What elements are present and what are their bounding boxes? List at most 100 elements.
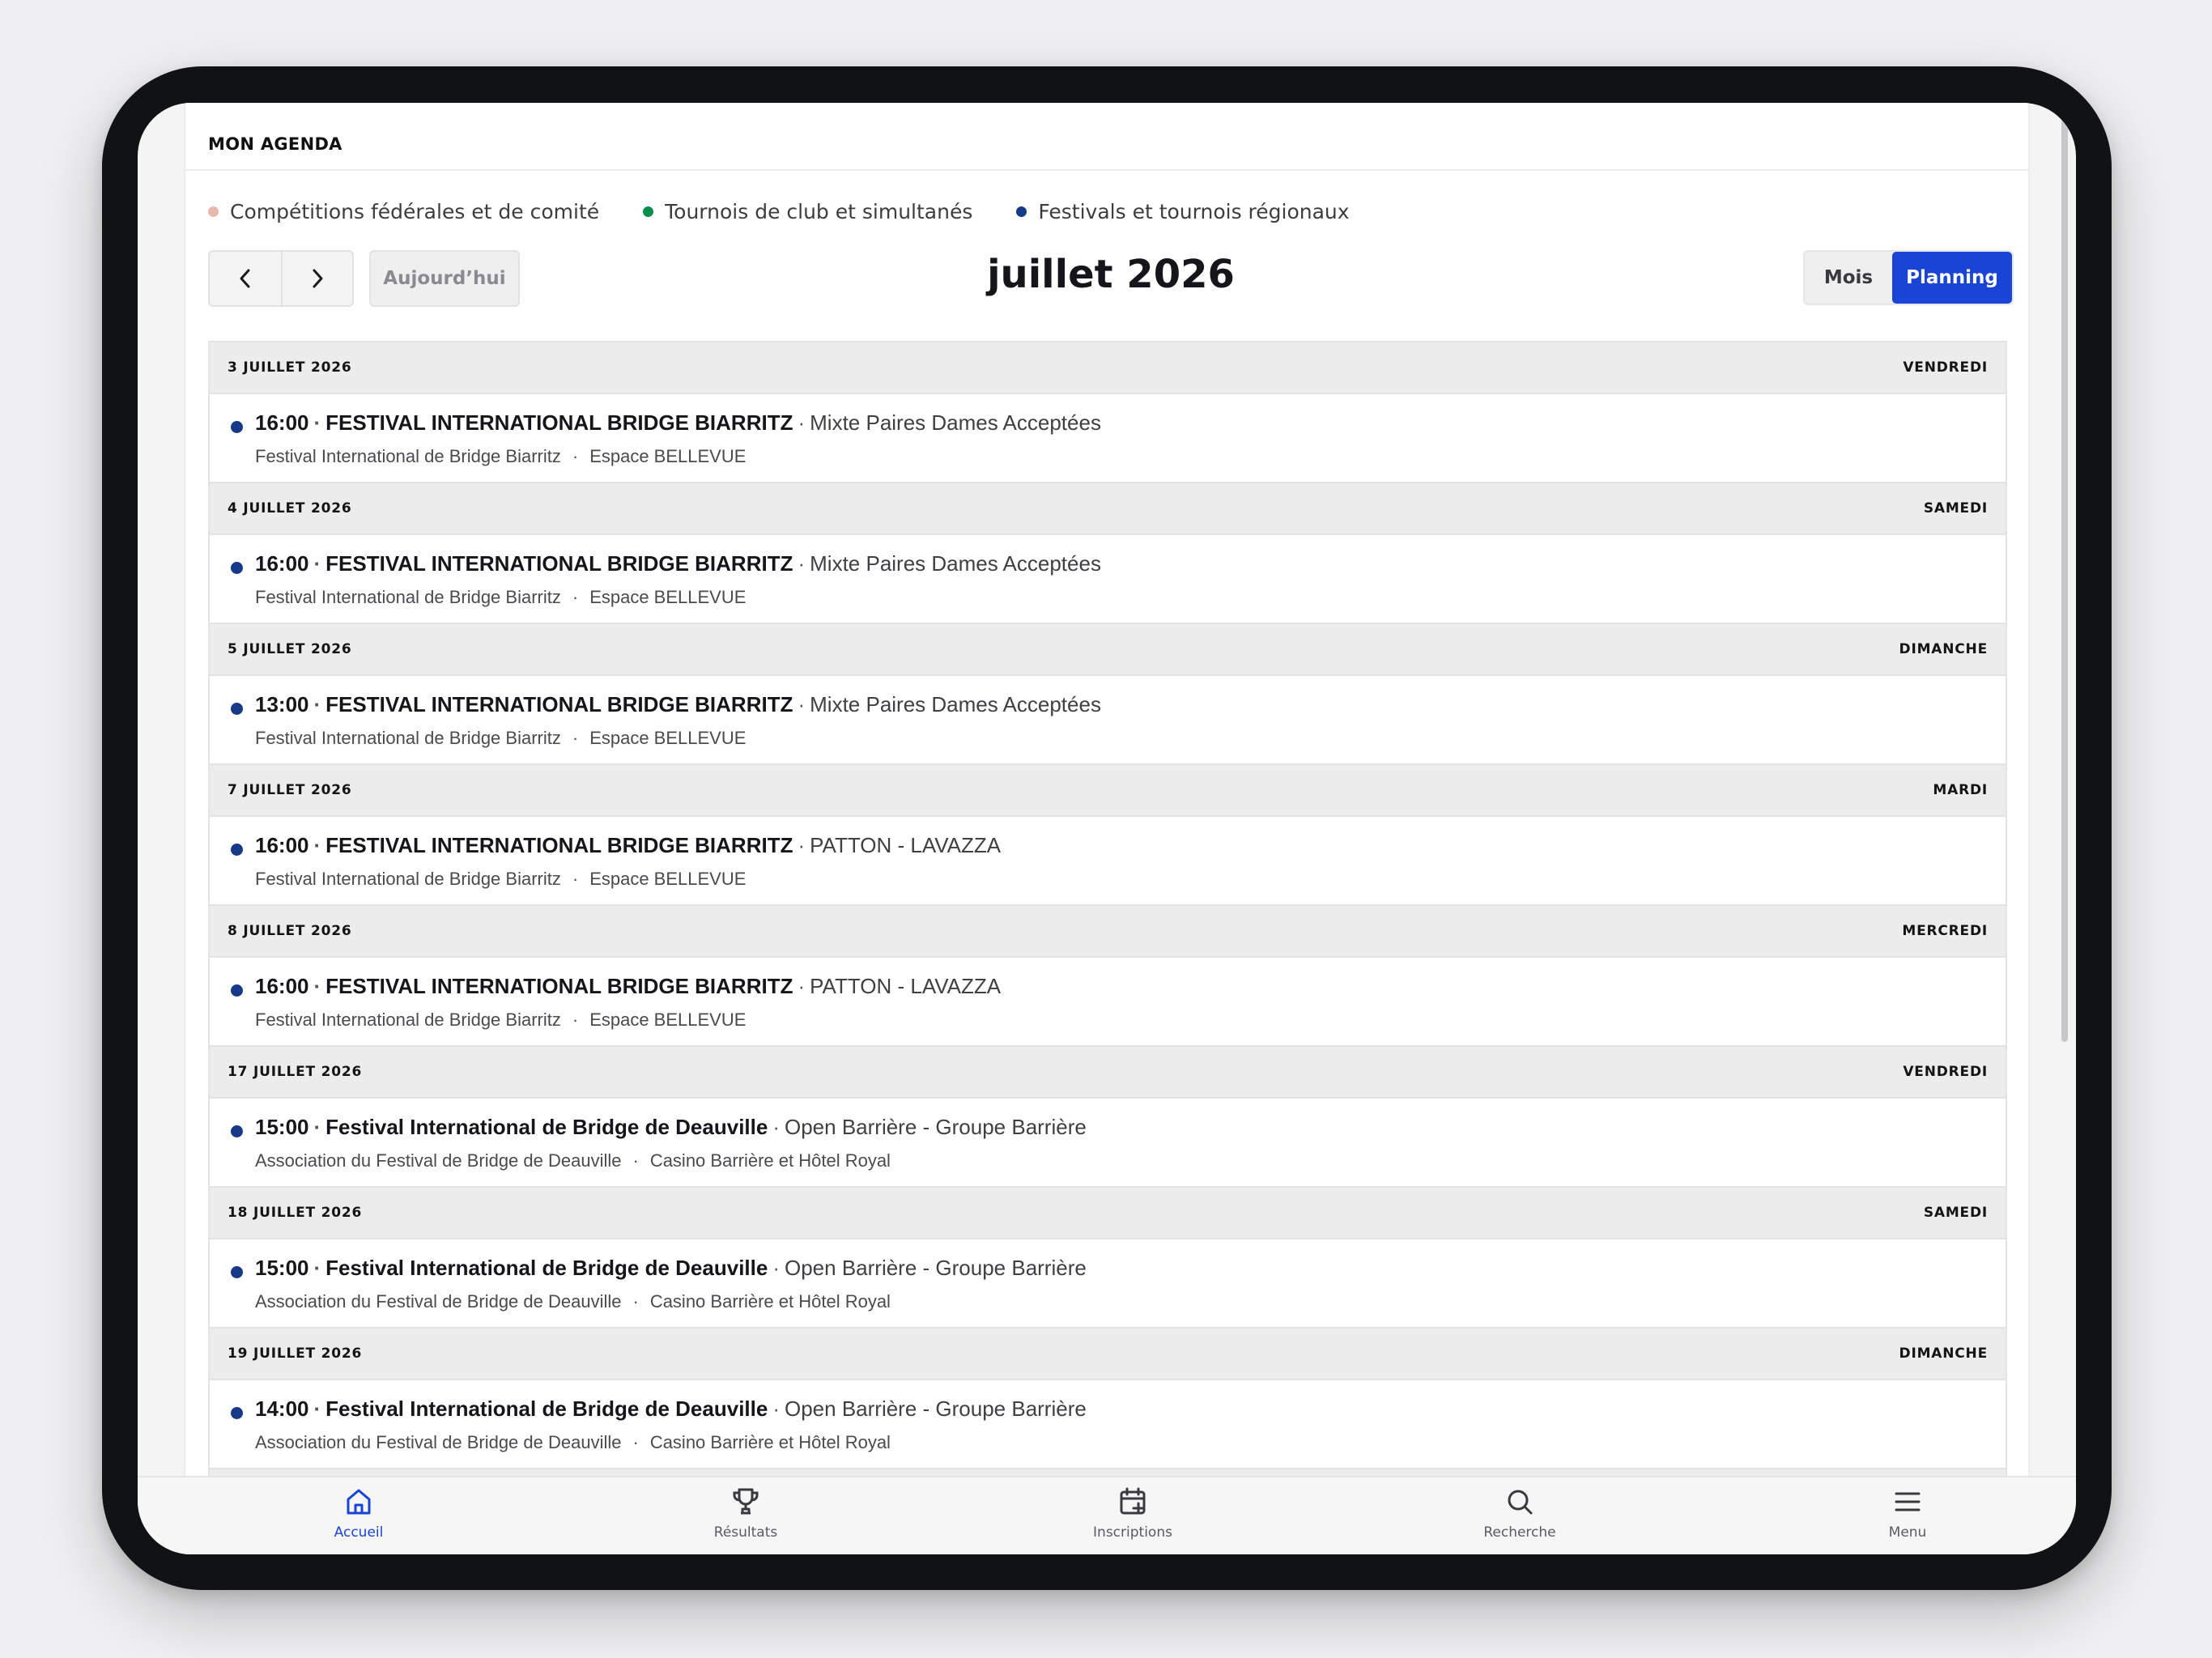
calendar-toolbar: Aujourd’hui juillet 2026 Mois Planning (208, 250, 2014, 308)
event-item[interactable]: 14:00 · Festival International de Bridge d… (210, 1380, 2006, 1469)
tab-menu[interactable]: Menu (1810, 1486, 2005, 1541)
event-venue: Espace BELLEVUE (589, 728, 747, 748)
event-item[interactable]: 15:00 · Festival International de Bridge d… (210, 1239, 2006, 1329)
tab-inscriptions[interactable]: Inscriptions (1036, 1486, 1230, 1541)
day-date: 19 JUILLET 2026 (228, 1346, 363, 1362)
event-details-line: Association du Festival de Bridge de Dea… (255, 1432, 891, 1453)
event-category-dot (231, 703, 243, 715)
day-weekday: VENDREDI (1903, 1064, 1988, 1080)
event-time: 16:00 (255, 974, 309, 998)
event-category-dot (231, 1125, 243, 1137)
event-subtitle: Mixte Paires Dames Acceptées (810, 551, 1101, 576)
tab-recherche[interactable]: Recherche (1423, 1486, 1617, 1541)
event-time: 16:00 (255, 551, 309, 576)
event-venue: Espace BELLEVUE (589, 446, 747, 466)
day-date: 3 JUILLET 2026 (228, 359, 352, 376)
event-title-line: 14:00 · Festival International de Bridge d… (255, 1397, 1087, 1422)
card-header: MON AGENDA (185, 103, 2028, 171)
day-group: 7 JUILLET 2026 MARDI 16:00 · FESTIVAL INTE… (210, 765, 2006, 906)
day-header: 7 JUILLET 2026 MARDI (210, 765, 2006, 817)
separator: · (798, 692, 806, 716)
event-item[interactable]: 15:00 · Festival International de Bridge d… (210, 1099, 2006, 1188)
bottom-tab-bar: Accueil Résultats Inscriptions Recherche… (138, 1476, 2076, 1554)
event-item[interactable]: 16:00 · FESTIVAL INTERNATIONAL BRIDGE BIAR… (210, 817, 2006, 906)
separator: · (572, 869, 579, 889)
view-month-button[interactable]: Mois (1805, 252, 1892, 304)
day-weekday: SAMEDI (1923, 1205, 1988, 1221)
app-screen: MON AGENDA Compétitions fédérales et de … (138, 103, 2076, 1554)
day-weekday: VENDREDI (1903, 359, 1988, 376)
view-toggle: Mois Planning (1803, 250, 2014, 305)
event-organizer: Festival International de Bridge Biarrit… (255, 587, 561, 607)
event-time: 15:00 (255, 1256, 309, 1280)
separator: · (772, 1256, 780, 1280)
event-category-dot (231, 844, 243, 856)
legend-item-festivals: Festivals et tournois régionaux (1016, 200, 1350, 223)
day-group: 17 JUILLET 2026 VENDREDI 15:00 · Festival … (210, 1047, 2006, 1188)
event-title-line: 15:00 · Festival International de Bridge d… (255, 1115, 1087, 1140)
separator: · (313, 833, 321, 857)
day-weekday: DIMANCHE (1899, 1346, 1988, 1362)
legend-dot-federal (208, 206, 219, 217)
event-details-line: Association du Festival de Bridge de Dea… (255, 1150, 891, 1171)
day-group: 18 JUILLET 2026 SAMEDI 15:00 · Festival In… (210, 1188, 2006, 1329)
event-title: FESTIVAL INTERNATIONAL BRIDGE BIARRITZ (325, 551, 793, 576)
tab-accueil[interactable]: Accueil (262, 1486, 456, 1541)
separator: · (572, 728, 579, 748)
tab-label: Accueil (334, 1524, 384, 1541)
previous-button[interactable] (210, 252, 281, 305)
event-title: FESTIVAL INTERNATIONAL BRIDGE BIARRITZ (325, 692, 793, 716)
event-organizer: Association du Festival de Bridge de Dea… (255, 1432, 622, 1452)
event-title: Festival International de Bridge de Deau… (325, 1256, 768, 1280)
day-date: 5 JUILLET 2026 (228, 641, 352, 657)
day-header: 8 JUILLET 2026 MERCREDI (210, 906, 2006, 958)
separator: · (798, 410, 806, 435)
event-organizer: Festival International de Bridge Biarrit… (255, 1010, 561, 1030)
event-venue: Casino Barrière et Hôtel Royal (649, 1291, 891, 1312)
tab-label: Résultats (713, 1524, 778, 1541)
event-title: Festival International de Bridge de Deau… (325, 1397, 768, 1421)
scrollbar[interactable] (2061, 119, 2068, 1042)
event-details-line: Festival International de Bridge Biarrit… (255, 869, 746, 890)
day-weekday: MARDI (1933, 782, 1988, 798)
event-organizer: Festival International de Bridge Biarrit… (255, 728, 561, 748)
tab-resultats[interactable]: Résultats (649, 1486, 843, 1541)
event-venue: Espace BELLEVUE (589, 587, 747, 607)
day-header: 19 JUILLET 2026 DIMANCHE (210, 1329, 2006, 1380)
event-venue: Casino Barrière et Hôtel Royal (649, 1150, 891, 1171)
day-header: 5 JUILLET 2026 DIMANCHE (210, 624, 2006, 676)
tab-label: Recherche (1483, 1524, 1556, 1541)
event-category-dot (231, 1266, 243, 1278)
event-title-line: 15:00 · Festival International de Bridge d… (255, 1256, 1087, 1281)
day-date: 4 JUILLET 2026 (228, 500, 352, 517)
event-venue: Espace BELLEVUE (589, 869, 747, 889)
event-item[interactable]: 16:00 · FESTIVAL INTERNATIONAL BRIDGE BIAR… (210, 535, 2006, 624)
separator: · (772, 1397, 780, 1421)
day-group: 8 JUILLET 2026 MERCREDI 16:00 · FESTIVAL I… (210, 906, 2006, 1047)
event-category-dot (231, 421, 243, 433)
event-item[interactable]: 16:00 · FESTIVAL INTERNATIONAL BRIDGE BIAR… (210, 958, 2006, 1047)
day-weekday: DIMANCHE (1899, 641, 1988, 657)
today-button[interactable]: Aujourd’hui (369, 250, 520, 307)
next-button[interactable] (280, 252, 352, 305)
event-item[interactable]: 13:00 · FESTIVAL INTERNATIONAL BRIDGE BIAR… (210, 676, 2006, 765)
separator: · (772, 1115, 780, 1139)
event-category-dot (231, 562, 243, 574)
event-time: 16:00 (255, 833, 309, 857)
agenda-card: MON AGENDA Compétitions fédérales et de … (184, 103, 2030, 1489)
event-item[interactable]: 16:00 · FESTIVAL INTERNATIONAL BRIDGE BIAR… (210, 394, 2006, 483)
event-title: FESTIVAL INTERNATIONAL BRIDGE BIARRITZ (325, 833, 793, 857)
legend-label: Compétitions fédérales et de comité (230, 200, 600, 223)
day-group: 19 JUILLET 2026 DIMANCHE 14:00 · Festival … (210, 1329, 2006, 1469)
day-date: 17 JUILLET 2026 (228, 1064, 363, 1080)
event-subtitle: Mixte Paires Dames Acceptées (810, 692, 1101, 716)
event-time: 16:00 (255, 410, 309, 435)
day-weekday: SAMEDI (1923, 500, 1988, 517)
event-venue: Espace BELLEVUE (589, 1010, 747, 1030)
event-subtitle: Open Barrière - Groupe Barrière (785, 1397, 1087, 1421)
chevron-left-icon (240, 269, 250, 288)
view-planning-button[interactable]: Planning (1892, 252, 2012, 304)
day-date: 7 JUILLET 2026 (228, 782, 352, 798)
event-category-dot (231, 984, 243, 997)
event-details-line: Association du Festival de Bridge de Dea… (255, 1291, 891, 1312)
